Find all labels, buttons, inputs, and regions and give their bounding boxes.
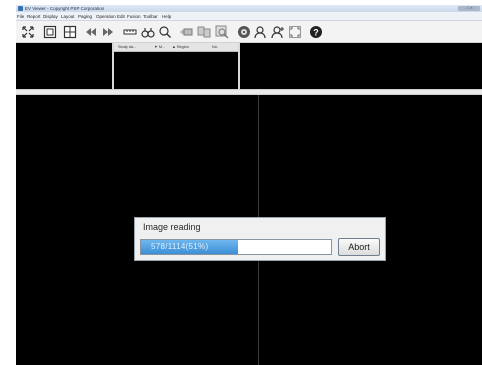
dialog-title: Image reading <box>143 222 201 232</box>
help-icon[interactable]: ? <box>308 24 324 40</box>
progress-text: 578/1114(51%) <box>151 242 209 251</box>
camera-link-icon[interactable] <box>178 24 194 40</box>
column-modality[interactable]: ▼ M... <box>154 43 165 52</box>
zoom-image-icon[interactable] <box>214 24 230 40</box>
fast-forward-icon[interactable] <box>100 24 116 40</box>
viewer-window: EV Viewer - Copyright PSP Corporation - … <box>16 5 482 365</box>
right-info-panel <box>240 43 482 94</box>
menu-report[interactable]: Report <box>27 12 41 21</box>
menu-toolbar[interactable]: Toolbar <box>143 12 158 21</box>
progress-bar: 578/1114(51%) <box>140 239 332 255</box>
image-reading-dialog: Image reading 578/1114(51%) Abort <box>134 217 386 261</box>
toolbar: ? <box>16 21 482 43</box>
menu-bar: File Report Display Layout Paging Operat… <box>16 12 482 21</box>
abort-button[interactable]: Abort <box>338 238 380 256</box>
users-icon[interactable] <box>253 24 269 40</box>
menu-edit[interactable]: Edit <box>117 12 125 21</box>
menu-help[interactable]: Help <box>162 12 171 21</box>
series-list-panel: Study da... ▼ M... ▲ Region No. <box>114 43 238 94</box>
expand-arrows-icon[interactable] <box>20 24 36 40</box>
grid-layout-icon[interactable] <box>42 24 58 40</box>
menu-operation[interactable]: Operation <box>96 12 116 21</box>
menu-fusion[interactable]: Fusion <box>127 12 141 21</box>
fullscreen-icon[interactable] <box>287 24 303 40</box>
menu-file[interactable]: File <box>17 12 24 21</box>
app-icon <box>18 6 23 11</box>
rewind-icon[interactable] <box>83 24 99 40</box>
svg-text:?: ? <box>313 28 319 38</box>
menu-display[interactable]: Display <box>43 12 58 21</box>
menu-layout[interactable]: Layout <box>61 12 75 21</box>
split-layout-icon[interactable] <box>62 24 78 40</box>
users-add-icon[interactable] <box>270 24 286 40</box>
series-list-header: Study da... ▼ M... ▲ Region No. <box>114 43 238 52</box>
sync-images-icon[interactable] <box>196 24 212 40</box>
magnifier-icon[interactable] <box>157 24 173 40</box>
binoculars-icon[interactable] <box>140 24 156 40</box>
ruler-icon[interactable] <box>122 24 138 40</box>
column-number[interactable]: No. <box>212 43 218 52</box>
column-region[interactable]: ▲ Region <box>172 43 189 52</box>
menu-paging[interactable]: Paging <box>78 12 92 21</box>
horizontal-scroll-strip[interactable] <box>16 89 482 95</box>
disc-icon[interactable] <box>236 24 252 40</box>
window-controls[interactable]: - □ × <box>458 6 480 11</box>
left-thumbnail-panel <box>16 43 112 94</box>
title-bar: EV Viewer - Copyright PSP Corporation - … <box>16 5 482 12</box>
column-study-date[interactable]: Study da... <box>118 43 136 52</box>
scroll-grip[interactable] <box>242 90 245 94</box>
window-title: EV Viewer - Copyright PSP Corporation <box>25 6 105 11</box>
